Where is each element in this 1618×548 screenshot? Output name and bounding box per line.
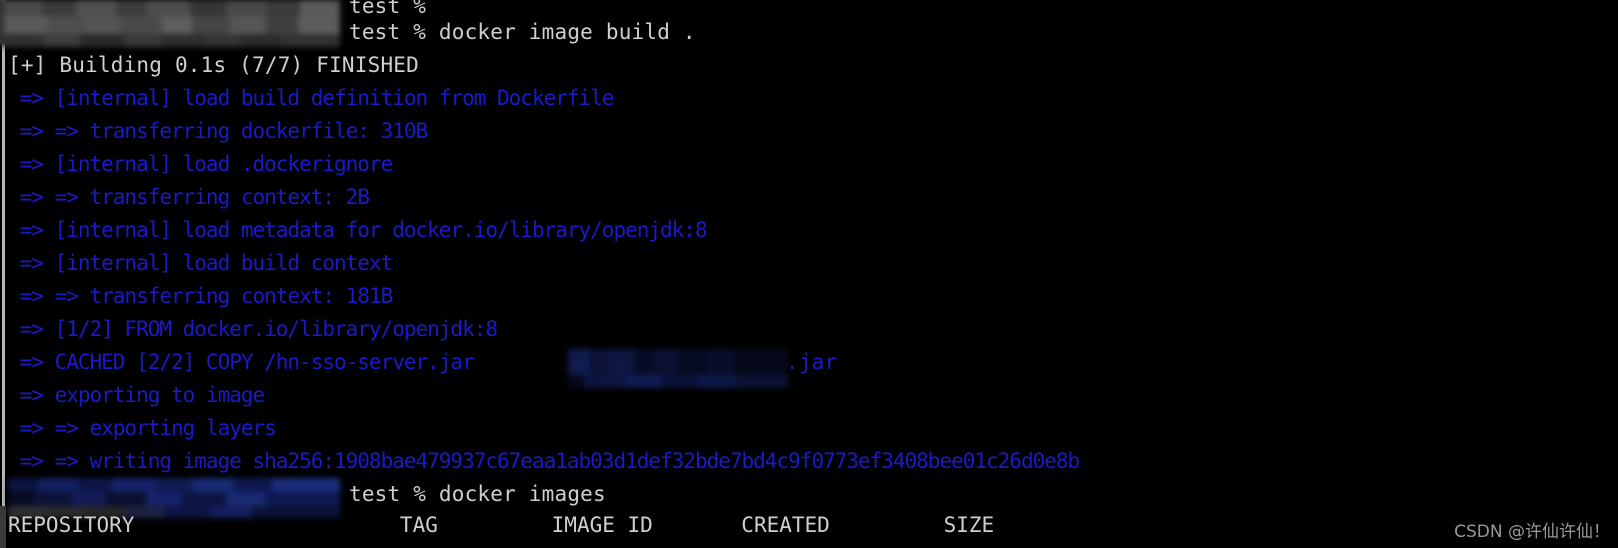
terminal-window: test % test % docker image build . [+] B… xyxy=(0,0,1618,548)
terminal-left-rail xyxy=(0,0,6,548)
scrollbar-thumb[interactable] xyxy=(2,44,5,506)
build-step-line: => => transferring dockerfile: 310B xyxy=(8,119,429,143)
prompt-line-3: test % docker images xyxy=(349,482,606,506)
csdn-watermark: CSDN @许仙许仙！ xyxy=(1454,522,1610,542)
build-step-cached-prefix: => CACHED [2/2] COPY /hn-sso-server.jar xyxy=(8,350,486,374)
build-step-cached-suffix: .jar xyxy=(786,350,838,374)
redaction-hostname-top xyxy=(0,0,340,47)
build-step-line: => [1/2] FROM docker.io/library/openjdk:… xyxy=(8,317,498,341)
build-step-line: => [internal] load .dockerignore xyxy=(8,152,394,176)
prompt-line-2: test % docker image build . xyxy=(349,20,696,44)
build-step-line: => [internal] load build context xyxy=(8,251,394,275)
build-status-line: [+] Building 0.1s (7/7) FINISHED xyxy=(8,53,419,77)
build-step-line: => [internal] load build definition from… xyxy=(8,86,615,110)
images-table-header: REPOSITORY TAG IMAGE ID CREATED SIZE xyxy=(8,513,995,537)
redaction-hostname-bottom xyxy=(8,478,340,518)
redaction-jar-path xyxy=(568,349,788,388)
build-step-writing-image: => => writing image sha256:1908bae479937… xyxy=(8,449,1081,473)
scrollbar-track-bottom xyxy=(0,506,6,548)
build-step-line: => => exporting layers xyxy=(8,416,277,440)
prompt-line-1: test % xyxy=(349,0,427,18)
build-step-line: => exporting to image xyxy=(8,383,266,407)
build-step-line: => => transferring context: 2B xyxy=(8,185,370,209)
build-step-line: => => transferring context: 181B xyxy=(8,284,394,308)
build-step-line: => [internal] load metadata for docker.i… xyxy=(8,218,708,242)
